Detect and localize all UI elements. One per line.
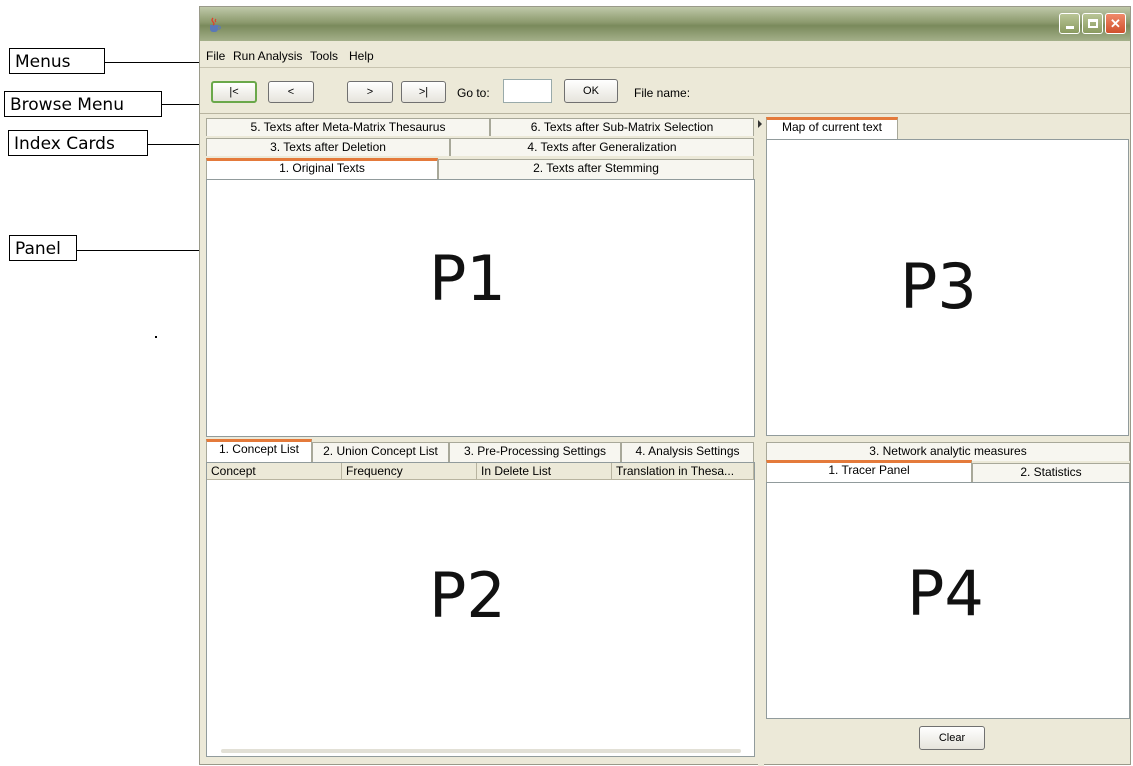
tab-texts-after-deletion[interactable]: 3. Texts after Deletion bbox=[206, 138, 450, 156]
clear-button[interactable]: Clear bbox=[919, 726, 985, 750]
p2-label: P2 bbox=[429, 559, 506, 632]
annotation-menus: Menus bbox=[9, 48, 105, 74]
next-record-button[interactable]: > bbox=[347, 81, 393, 103]
annotation-menus-leader bbox=[105, 62, 203, 63]
maximize-icon bbox=[1087, 19, 1098, 28]
p4-label: P4 bbox=[907, 557, 984, 630]
minimize-button[interactable] bbox=[1059, 13, 1080, 34]
file-name-label: File name: bbox=[634, 86, 691, 100]
first-record-button[interactable]: |< bbox=[211, 81, 257, 103]
annotation-panel-leader bbox=[77, 250, 205, 251]
tab-statistics[interactable]: 2. Statistics bbox=[972, 463, 1130, 482]
maximize-button[interactable] bbox=[1082, 13, 1103, 34]
browse-toolbar: |< < > >| Go to: OK File name: bbox=[200, 68, 1130, 114]
minimize-icon bbox=[1065, 26, 1074, 29]
annotation-panel: Panel bbox=[9, 235, 77, 261]
title-bar[interactable]: ✕ bbox=[200, 7, 1130, 41]
java-cup-icon bbox=[210, 17, 221, 32]
goto-label: Go to: bbox=[457, 86, 490, 100]
column-header-translation[interactable]: Translation in Thesa... bbox=[612, 463, 754, 480]
tab-tracer-panel[interactable]: 1. Tracer Panel bbox=[766, 460, 972, 482]
splitter-arrow-icon bbox=[758, 120, 762, 128]
previous-record-button[interactable]: < bbox=[268, 81, 314, 103]
annotation-index-cards-leader bbox=[148, 144, 205, 145]
tab-meta-matrix-thesaurus[interactable]: 5. Texts after Meta-Matrix Thesaurus bbox=[206, 118, 490, 136]
panel-p1: P1 bbox=[206, 179, 755, 437]
annotation-index-cards: Index Cards bbox=[8, 130, 148, 156]
menu-file[interactable]: File bbox=[206, 49, 225, 63]
tab-sub-matrix-selection[interactable]: 6. Texts after Sub-Matrix Selection bbox=[490, 118, 754, 136]
panel-p4: P4 bbox=[766, 482, 1130, 719]
tab-pre-processing-settings[interactable]: 3. Pre-Processing Settings bbox=[449, 442, 621, 462]
ok-button[interactable]: OK bbox=[564, 79, 618, 103]
tab-texts-after-generalization[interactable]: 4. Texts after Generalization bbox=[450, 138, 754, 156]
tab-union-concept-list[interactable]: 2. Union Concept List bbox=[312, 442, 449, 462]
annotation-browse-menu: Browse Menu bbox=[4, 91, 162, 117]
p1-label: P1 bbox=[429, 242, 506, 315]
panel-p2: Concept Frequency In Delete List Transla… bbox=[206, 462, 755, 757]
close-button[interactable]: ✕ bbox=[1105, 13, 1126, 34]
p3-label: P3 bbox=[900, 250, 977, 323]
tab-network-analytic-measures[interactable]: 3. Network analytic measures bbox=[766, 442, 1130, 461]
tab-original-texts[interactable]: 1. Original Texts bbox=[206, 158, 438, 179]
tab-analysis-settings[interactable]: 4. Analysis Settings bbox=[621, 442, 754, 462]
vertical-splitter[interactable] bbox=[758, 114, 764, 766]
annotation-browse-menu-leader bbox=[162, 104, 203, 105]
panel-p3: P3 bbox=[766, 139, 1129, 436]
close-icon: ✕ bbox=[1110, 15, 1121, 31]
column-header-in-delete-list[interactable]: In Delete List bbox=[477, 463, 612, 480]
menu-run-analysis[interactable]: Run Analysis bbox=[233, 49, 302, 63]
menu-tools[interactable]: Tools bbox=[310, 49, 338, 63]
column-header-concept[interactable]: Concept bbox=[207, 463, 342, 480]
menu-help[interactable]: Help bbox=[349, 49, 374, 63]
tab-concept-list[interactable]: 1. Concept List bbox=[206, 439, 312, 462]
goto-input[interactable] bbox=[503, 79, 552, 103]
tab-texts-after-stemming[interactable]: 2. Texts after Stemming bbox=[438, 159, 754, 179]
column-header-frequency[interactable]: Frequency bbox=[342, 463, 477, 480]
menu-bar: File Run Analysis Tools Help bbox=[200, 43, 1130, 68]
last-record-button[interactable]: >| bbox=[401, 81, 446, 103]
stray-dot bbox=[155, 336, 157, 338]
app-window: ✕ File Run Analysis Tools Help |< < > >|… bbox=[199, 6, 1131, 766]
horizontal-scrollbar[interactable] bbox=[221, 749, 741, 753]
tab-map-of-current-text[interactable]: Map of current text bbox=[766, 117, 898, 139]
